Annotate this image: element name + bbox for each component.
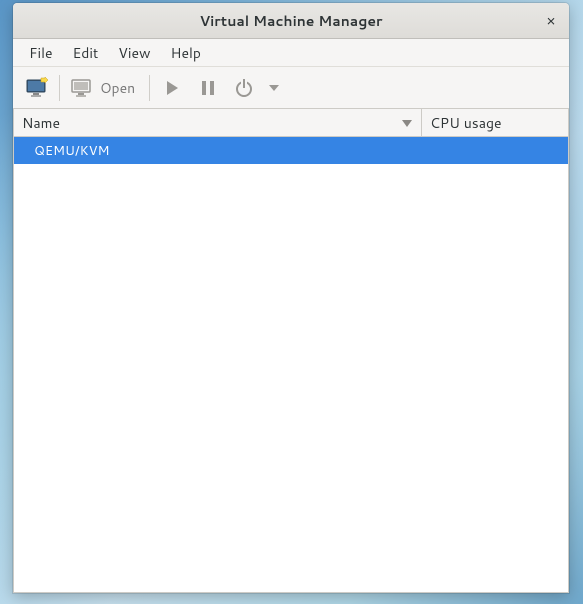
- monitor-icon: [70, 78, 94, 98]
- menu-view[interactable]: View: [108, 40, 160, 66]
- column-header-name[interactable]: Name: [14, 109, 422, 136]
- toolbar-separator: [59, 75, 60, 101]
- connection-row[interactable]: QEMU/KVM: [14, 137, 568, 164]
- open-label: Open: [100, 78, 135, 98]
- power-icon: [234, 78, 254, 98]
- column-headers: Name CPU usage: [14, 109, 568, 137]
- column-header-cpu[interactable]: CPU usage: [422, 109, 568, 136]
- menubar: File Edit View Help: [13, 39, 569, 67]
- new-vm-button[interactable]: [19, 71, 55, 105]
- monitor-new-icon: [25, 77, 49, 99]
- close-icon: ×: [546, 10, 556, 31]
- menu-edit[interactable]: Edit: [63, 40, 109, 66]
- column-cpu-label: CPU usage: [430, 113, 502, 133]
- shutdown-menu-button[interactable]: [262, 71, 286, 105]
- vm-list[interactable]: QEMU/KVM: [14, 137, 568, 592]
- window-title: Virtual Machine Manager: [199, 11, 382, 31]
- pause-button[interactable]: [190, 71, 226, 105]
- close-button[interactable]: ×: [539, 9, 563, 33]
- pause-icon: [199, 79, 217, 97]
- menu-file[interactable]: File: [19, 40, 63, 66]
- toolbar: Open: [13, 67, 569, 109]
- open-vm-button[interactable]: Open: [64, 71, 145, 105]
- virt-manager-window: Virtual Machine Manager × File Edit View…: [13, 3, 569, 593]
- shutdown-button[interactable]: [226, 71, 262, 105]
- run-button[interactable]: [154, 71, 190, 105]
- column-name-label: Name: [22, 113, 60, 133]
- titlebar[interactable]: Virtual Machine Manager ×: [13, 3, 569, 39]
- connection-label: QEMU/KVM: [34, 142, 109, 160]
- sort-indicator-icon: [401, 118, 413, 128]
- menu-help[interactable]: Help: [161, 40, 211, 66]
- play-icon: [163, 79, 181, 97]
- toolbar-separator: [149, 75, 150, 101]
- chevron-down-icon: [268, 82, 280, 94]
- vm-list-pane: Name CPU usage QEMU/KVM: [13, 109, 569, 593]
